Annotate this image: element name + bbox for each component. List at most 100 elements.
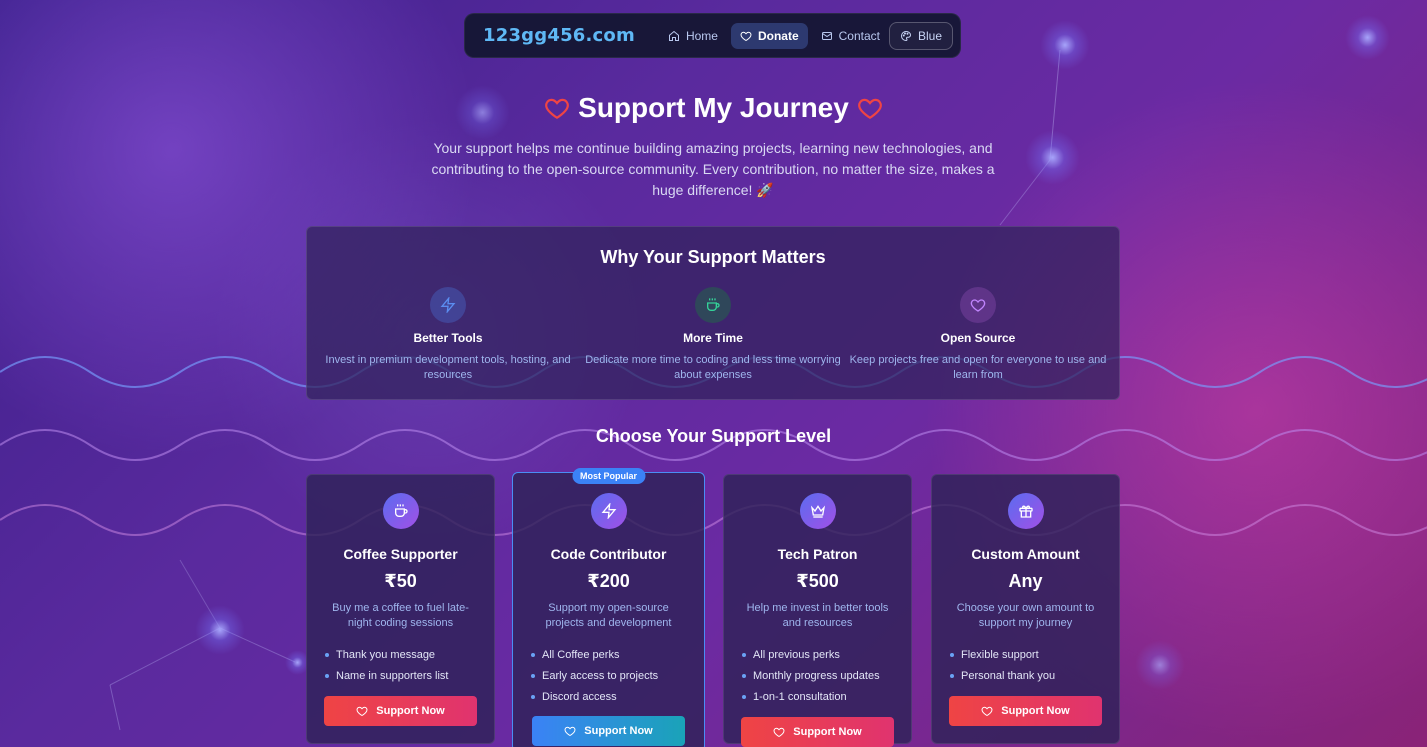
bullet-dot <box>742 695 746 699</box>
most-popular-badge: Most Popular <box>571 468 646 484</box>
tier-desc: Support my open-source projects and deve… <box>545 602 672 629</box>
support-now-label: Support Now <box>376 705 445 717</box>
perk-item: Monthly progress updates <box>742 669 911 690</box>
perk-text: Flexible support <box>961 649 1039 661</box>
nav-contact-link[interactable]: Contact <box>812 23 889 49</box>
nav-home-label: Home <box>685 28 718 43</box>
perk-text: Thank you message <box>336 649 436 661</box>
tier-icon-wrap <box>382 493 419 529</box>
top-nav: 123gg456.com Home Donate Contact Blue <box>464 13 961 58</box>
perk-text: 1-on-1 consultation <box>753 691 847 703</box>
perk-text: Discord access <box>542 691 617 703</box>
perk-item: Flexible support <box>950 648 1119 669</box>
why-item-more-time: More Time Dedicate more time to coding a… <box>583 287 843 383</box>
bullet-dot <box>531 695 535 699</box>
why-support-title: Why Your Support Matters <box>600 247 826 267</box>
perk-text: Personal thank you <box>961 670 1056 682</box>
tier-price: Any <box>1008 571 1043 591</box>
bullet-dot <box>325 653 329 657</box>
tier-perks: All Coffee perks Early access to project… <box>531 648 704 711</box>
why-support-section: Why Your Support Matters Better Tools In… <box>306 226 1120 400</box>
tier-icon-wrap <box>799 493 836 529</box>
heart-icon <box>356 706 368 717</box>
perk-item: Thank you message <box>325 648 494 669</box>
perk-item: All Coffee perks <box>531 648 704 669</box>
why-item-open-source: Open Source Keep projects free and open … <box>848 287 1108 383</box>
support-now-button[interactable]: Support Now <box>741 717 894 747</box>
tier-perks: Flexible support Personal thank you <box>950 648 1119 690</box>
page-title-text: Support My Journey <box>578 92 849 123</box>
palette-icon <box>901 30 912 41</box>
theme-toggle-button[interactable]: Blue <box>889 21 954 50</box>
mail-icon <box>821 31 832 40</box>
perk-text: All previous perks <box>753 649 840 661</box>
support-levels-title: Choose Your Support Level <box>595 426 832 446</box>
home-icon <box>668 30 679 41</box>
support-now-label: Support Now <box>1001 705 1070 717</box>
bullet-dot <box>950 674 954 678</box>
why-icon-wrap <box>430 287 466 323</box>
hero-description: Your support helps me continue building … <box>431 140 995 198</box>
why-item-better-tools: Better Tools Invest in premium developme… <box>318 287 578 383</box>
why-item-desc: Dedicate more time to coding and less ti… <box>585 354 841 381</box>
tier-card-coffee: Coffee Supporter ₹50 Buy me a coffee to … <box>306 474 495 744</box>
perk-text: All Coffee perks <box>542 649 620 661</box>
coffee-icon <box>707 298 720 311</box>
support-now-button[interactable]: Support Now <box>949 696 1102 726</box>
why-icon-wrap <box>695 287 731 323</box>
perk-item: Discord access <box>531 690 704 711</box>
bullet-dot <box>950 653 954 657</box>
why-item-name: More Time <box>683 331 743 345</box>
tier-perks: All previous perks Monthly progress upda… <box>742 648 911 711</box>
heart-icon <box>970 299 986 312</box>
brand-logo[interactable]: 123gg456.com <box>483 25 635 46</box>
perk-item: Early access to projects <box>531 669 704 690</box>
tier-price: ₹500 <box>796 571 839 591</box>
tier-card-tech-patron: Tech Patron ₹500 Help me invest in bette… <box>723 474 912 747</box>
why-item-desc: Keep projects free and open for everyone… <box>849 354 1107 381</box>
page-title: Support My Journey <box>0 92 1427 124</box>
why-icon-wrap <box>960 287 996 323</box>
nav-donate-link[interactable]: Donate <box>730 22 808 49</box>
why-item-name: Better Tools <box>413 331 483 345</box>
tier-price: ₹200 <box>587 571 630 591</box>
why-item-name: Open Source <box>940 331 1016 345</box>
perk-text: Early access to projects <box>542 670 659 682</box>
heart-icon <box>981 706 993 717</box>
tier-icon-wrap <box>590 493 627 529</box>
bullet-dot <box>531 674 535 678</box>
perk-text: Monthly progress updates <box>753 670 880 682</box>
bullet-dot <box>325 674 329 678</box>
perk-text: Name in supporters list <box>336 670 449 682</box>
tier-perks: Thank you message Name in supporters lis… <box>325 648 494 690</box>
support-now-label: Support Now <box>793 726 862 738</box>
zap-icon <box>601 503 616 519</box>
tier-desc: Choose your own amount to support my jou… <box>956 602 1095 629</box>
perk-item: Personal thank you <box>950 669 1119 690</box>
coffee-icon <box>394 504 408 517</box>
perk-item: All previous perks <box>742 648 911 669</box>
support-now-label: Support Now <box>584 725 653 737</box>
nav-home-link[interactable]: Home <box>659 23 727 49</box>
support-now-button[interactable]: Support Now <box>324 696 477 726</box>
heart-icon <box>773 727 785 738</box>
heart-icon <box>564 726 576 737</box>
tier-desc: Help me invest in better tools and resou… <box>746 602 889 629</box>
nav-links: Home Donate Contact <box>659 22 889 49</box>
bullet-dot <box>742 674 746 678</box>
heart-outline-icon <box>857 98 882 120</box>
crown-icon <box>810 505 825 518</box>
theme-label: Blue <box>918 28 943 43</box>
tier-name: Code Contributor <box>550 546 667 562</box>
tier-card-custom-amount: Custom Amount Any Choose your own amount… <box>931 474 1120 744</box>
tier-icon-wrap <box>1007 493 1044 529</box>
why-item-desc: Invest in premium development tools, hos… <box>325 354 571 381</box>
nav-donate-label: Donate <box>757 28 799 43</box>
tier-name: Tech Patron <box>777 546 858 562</box>
tier-price: ₹50 <box>384 571 417 591</box>
heart-outline-icon <box>545 98 570 120</box>
gift-icon <box>1018 505 1033 518</box>
perk-item: Name in supporters list <box>325 669 494 690</box>
zap-icon <box>440 297 456 313</box>
support-now-button[interactable]: Support Now <box>532 716 685 746</box>
